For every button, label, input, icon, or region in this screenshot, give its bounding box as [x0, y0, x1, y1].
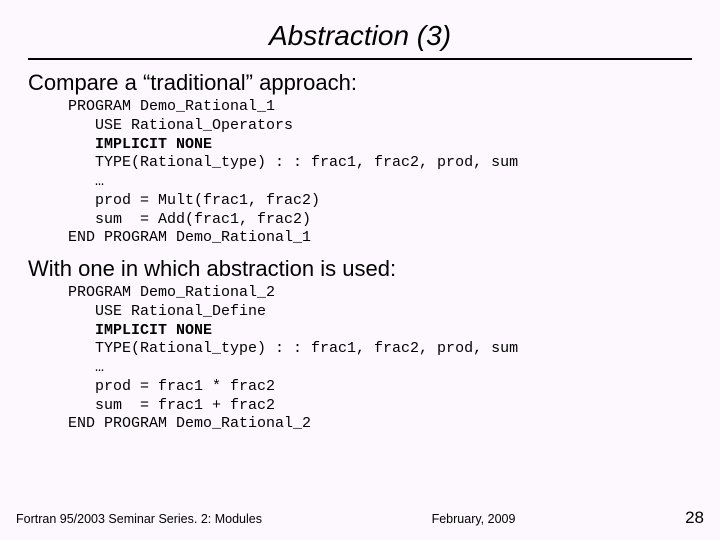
code-line: TYPE(Rational_type) : : frac1, frac2, pr…	[68, 340, 518, 357]
code-line: prod = frac1 * frac2	[68, 378, 275, 395]
code-line: END PROGRAM Demo_Rational_2	[68, 415, 311, 432]
code-keyword: IMPLICIT NONE	[95, 136, 212, 153]
code-line: PROGRAM Demo_Rational_1	[68, 98, 275, 115]
footer-center: February, 2009	[432, 512, 516, 526]
code-keyword: IMPLICIT NONE	[95, 322, 212, 339]
code-line: prod = Mult(frac1, frac2)	[68, 192, 320, 209]
code-line: END PROGRAM Demo_Rational_1	[68, 229, 311, 246]
code-block-2: PROGRAM Demo_Rational_2 USE Rational_Def…	[68, 284, 692, 434]
code-line	[68, 322, 95, 339]
code-block-1: PROGRAM Demo_Rational_1 USE Rational_Ope…	[68, 98, 692, 248]
slide-title: Abstraction (3)	[28, 20, 692, 52]
code-line: USE Rational_Define	[68, 303, 266, 320]
lead-text-2: With one in which abstraction is used:	[28, 256, 692, 282]
code-line: …	[68, 173, 104, 190]
code-line: TYPE(Rational_type) : : frac1, frac2, pr…	[68, 154, 518, 171]
code-line: sum = Add(frac1, frac2)	[68, 211, 311, 228]
code-line: PROGRAM Demo_Rational_2	[68, 284, 275, 301]
code-line: sum = frac1 + frac2	[68, 397, 275, 414]
footer-left: Fortran 95/2003 Seminar Series. 2: Modul…	[16, 512, 262, 526]
code-line	[68, 136, 95, 153]
slide-footer: Fortran 95/2003 Seminar Series. 2: Modul…	[16, 508, 704, 528]
lead-text-1: Compare a “traditional” approach:	[28, 70, 692, 96]
code-line: USE Rational_Operators	[68, 117, 293, 134]
code-line: …	[68, 359, 104, 376]
page-number: 28	[685, 508, 704, 528]
title-rule	[28, 58, 692, 60]
